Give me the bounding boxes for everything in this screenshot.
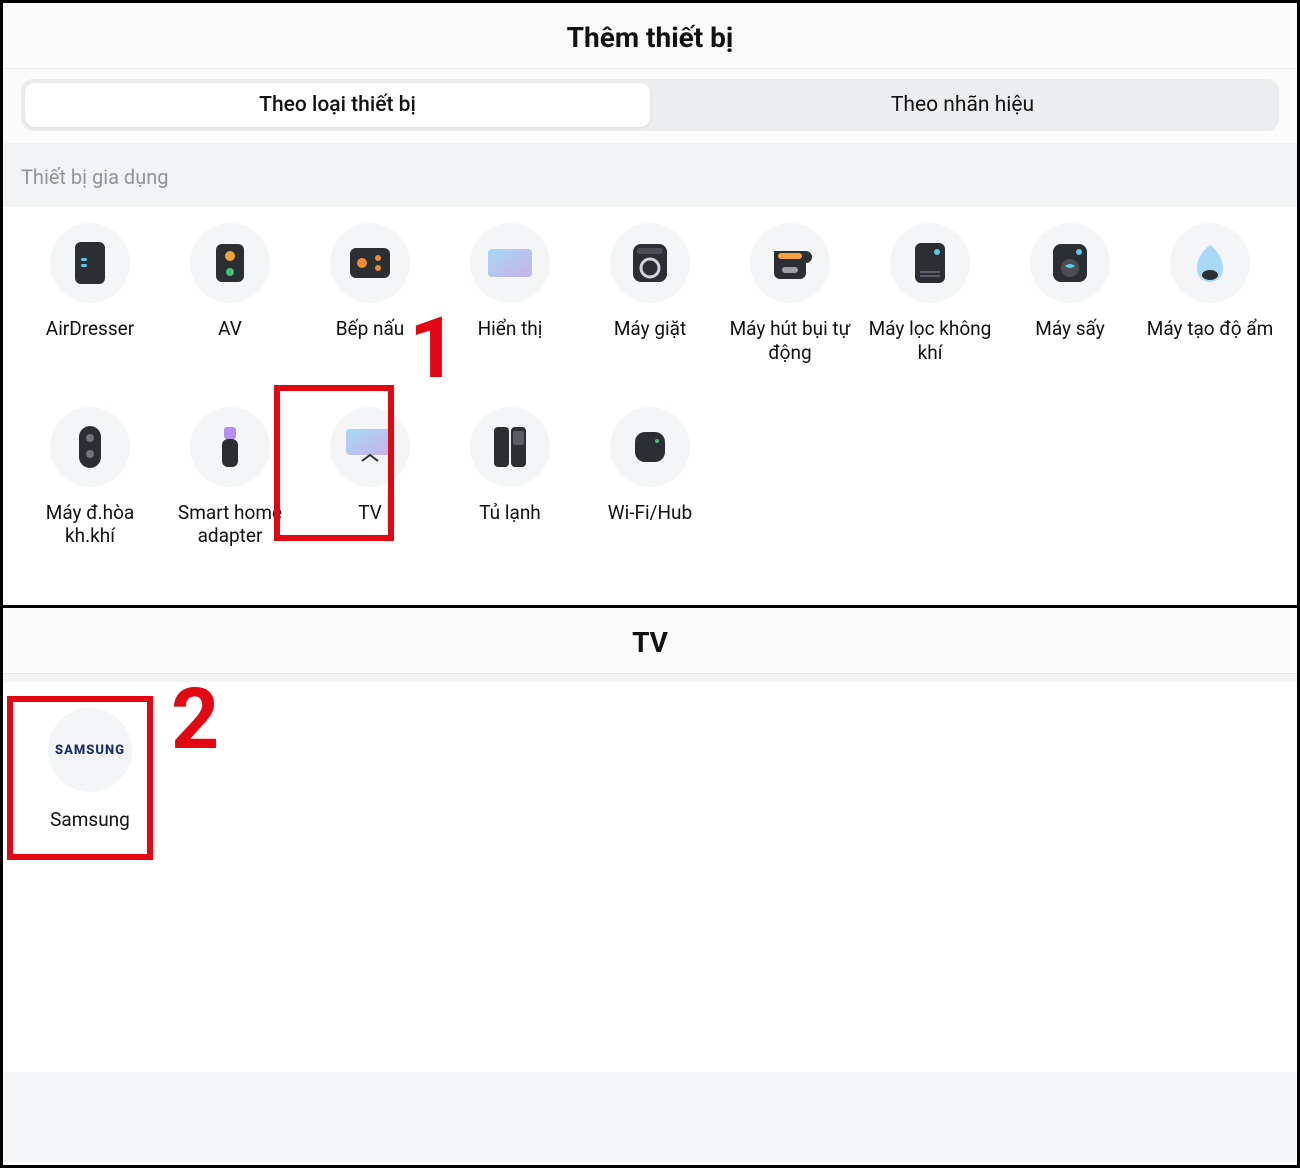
samsung-logo-icon: SAMSUNG: [48, 708, 132, 792]
section-header: Thiết bị gia dụng: [3, 143, 1297, 207]
device-display[interactable]: Hiển thị: [443, 223, 577, 365]
segmented-control: Theo loại thiết bị Theo nhãn hiệu: [21, 79, 1279, 131]
device-label: Máy tạo độ ẩm: [1147, 317, 1274, 341]
humidifier-icon: [1170, 223, 1250, 303]
segmented-control-wrap: Theo loại thiết bị Theo nhãn hiệu: [3, 69, 1297, 143]
device-label: Máy sấy: [1035, 317, 1104, 341]
device-robot-vacuum[interactable]: Máy hút bụi tự động: [723, 223, 857, 365]
tv-brand-panel: TV SAMSUNG Samsung 2: [3, 608, 1297, 1162]
washer-icon: [610, 223, 690, 303]
divider: [3, 674, 1297, 682]
device-label: TV: [358, 501, 382, 525]
page-title: Thêm thiết bị: [3, 21, 1297, 54]
device-washer[interactable]: Máy giặt: [583, 223, 717, 365]
device-wifi-hub[interactable]: Wi-Fi/Hub: [583, 407, 717, 549]
device-label: Wi-Fi/Hub: [608, 501, 692, 525]
adapter-icon: [190, 407, 270, 487]
tv-icon: [330, 407, 410, 487]
header: TV: [3, 608, 1297, 674]
device-label: Máy đ.hòa kh.khí: [25, 501, 155, 549]
av-icon: [190, 223, 270, 303]
fridge-icon: [470, 407, 550, 487]
device-ac[interactable]: Máy đ.hòa kh.khí: [23, 407, 157, 549]
device-label: AV: [218, 317, 242, 341]
ac-icon: [50, 407, 130, 487]
device-label: Smart home adapter: [165, 501, 295, 549]
device-label: Hiển thị: [478, 317, 543, 341]
tab-by-device-type[interactable]: Theo loại thiết bị: [25, 83, 650, 127]
wifi-hub-icon: [610, 407, 690, 487]
device-grid-area: AirDresser AV Bếp nấu: [3, 207, 1297, 605]
step-2-number: 2: [171, 678, 219, 762]
device-label: Máy giặt: [614, 317, 686, 341]
display-icon: [470, 223, 550, 303]
airdresser-icon: [50, 223, 130, 303]
page-title: TV: [3, 626, 1297, 659]
device-label: AirDresser: [46, 317, 134, 341]
header: Thêm thiết bị: [3, 3, 1297, 69]
section-label: Thiết bị gia dụng: [21, 165, 1279, 189]
device-air-purifier[interactable]: Máy lọc không khí: [863, 223, 997, 365]
device-stove[interactable]: Bếp nấu: [303, 223, 437, 365]
device-label: Máy lọc không khí: [865, 317, 995, 365]
device-fridge[interactable]: Tủ lạnh: [443, 407, 577, 549]
brand-logo-text: SAMSUNG: [55, 743, 125, 758]
device-tv[interactable]: TV: [303, 407, 437, 549]
robot-vacuum-icon: [750, 223, 830, 303]
device-airdresser[interactable]: AirDresser: [23, 223, 157, 365]
device-smarthome-adapter[interactable]: Smart home adapter: [163, 407, 297, 549]
footer-area: [3, 1072, 1297, 1162]
brand-samsung[interactable]: SAMSUNG Samsung: [25, 708, 155, 831]
add-device-panel: Thêm thiết bị Theo loại thiết bị Theo nh…: [3, 3, 1297, 608]
dryer-icon: [1030, 223, 1110, 303]
device-dryer[interactable]: Máy sấy: [1003, 223, 1137, 365]
brand-label: Samsung: [50, 808, 130, 831]
device-label: Tủ lạnh: [479, 501, 541, 525]
stove-icon: [330, 223, 410, 303]
device-av[interactable]: AV: [163, 223, 297, 365]
device-humidifier[interactable]: Máy tạo độ ẩm: [1143, 223, 1277, 365]
device-label: Bếp nấu: [336, 317, 405, 341]
tab-by-brand[interactable]: Theo nhãn hiệu: [650, 83, 1275, 127]
device-label: Máy hút bụi tự động: [725, 317, 855, 365]
brand-grid-area: SAMSUNG Samsung 2: [3, 682, 1297, 1072]
air-purifier-icon: [890, 223, 970, 303]
device-grid: AirDresser AV Bếp nấu: [23, 223, 1277, 548]
